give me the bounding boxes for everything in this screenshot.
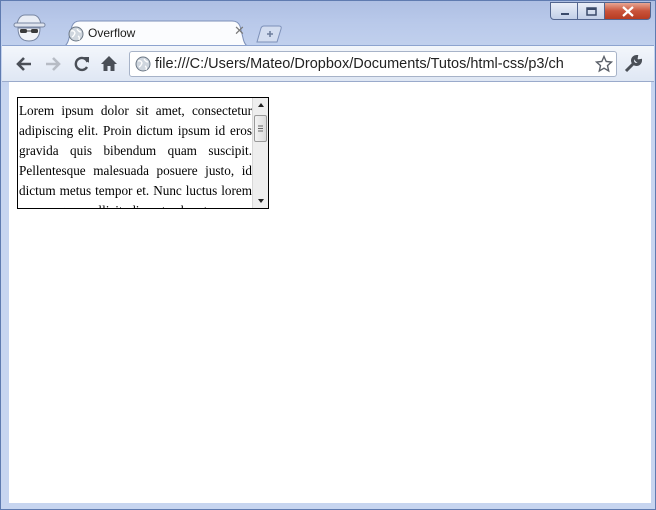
overflow-box[interactable]: Lorem ipsum dolor sit amet, consectetur … <box>17 97 269 209</box>
minimize-button[interactable] <box>550 2 578 20</box>
wrench-icon[interactable] <box>623 54 643 74</box>
bookmark-star-icon[interactable] <box>594 54 614 73</box>
back-arrow-icon[interactable] <box>14 54 34 74</box>
window-close-button[interactable] <box>605 2 651 20</box>
tab-close-icon[interactable]: ✕ <box>234 25 245 39</box>
globe-icon <box>68 26 84 42</box>
tab-overflow[interactable]: Overflow ✕ <box>59 20 253 48</box>
new-tab-button[interactable] <box>255 25 283 43</box>
scroll-down-arrow-icon[interactable] <box>253 194 268 208</box>
overflow-text: Lorem ipsum dolor sit amet, consectetur … <box>19 103 252 208</box>
reload-icon[interactable] <box>72 54 92 74</box>
browser-toolbar: file:///C:/Users/Mateo/Dropbox/Documents… <box>2 45 654 82</box>
maximize-button[interactable] <box>578 2 605 20</box>
browser-window: Overflow ✕ file:///C:/Users/Mateo/Dropbo… <box>0 0 656 510</box>
page-globe-icon <box>135 56 151 72</box>
forward-arrow-icon[interactable] <box>43 54 63 74</box>
url-text: file:///C:/Users/Mateo/Dropbox/Documents… <box>155 56 564 72</box>
scroll-up-arrow-icon[interactable] <box>253 98 268 112</box>
scrollbar[interactable] <box>252 98 268 208</box>
incognito-icon <box>13 13 47 43</box>
home-icon[interactable] <box>99 54 119 74</box>
tab-title: Overflow <box>88 26 136 40</box>
address-bar[interactable]: file:///C:/Users/Mateo/Dropbox/Documents… <box>129 51 617 77</box>
page-viewport: Lorem ipsum dolor sit amet, consectetur … <box>9 82 651 503</box>
scrollbar-thumb[interactable] <box>254 115 267 142</box>
